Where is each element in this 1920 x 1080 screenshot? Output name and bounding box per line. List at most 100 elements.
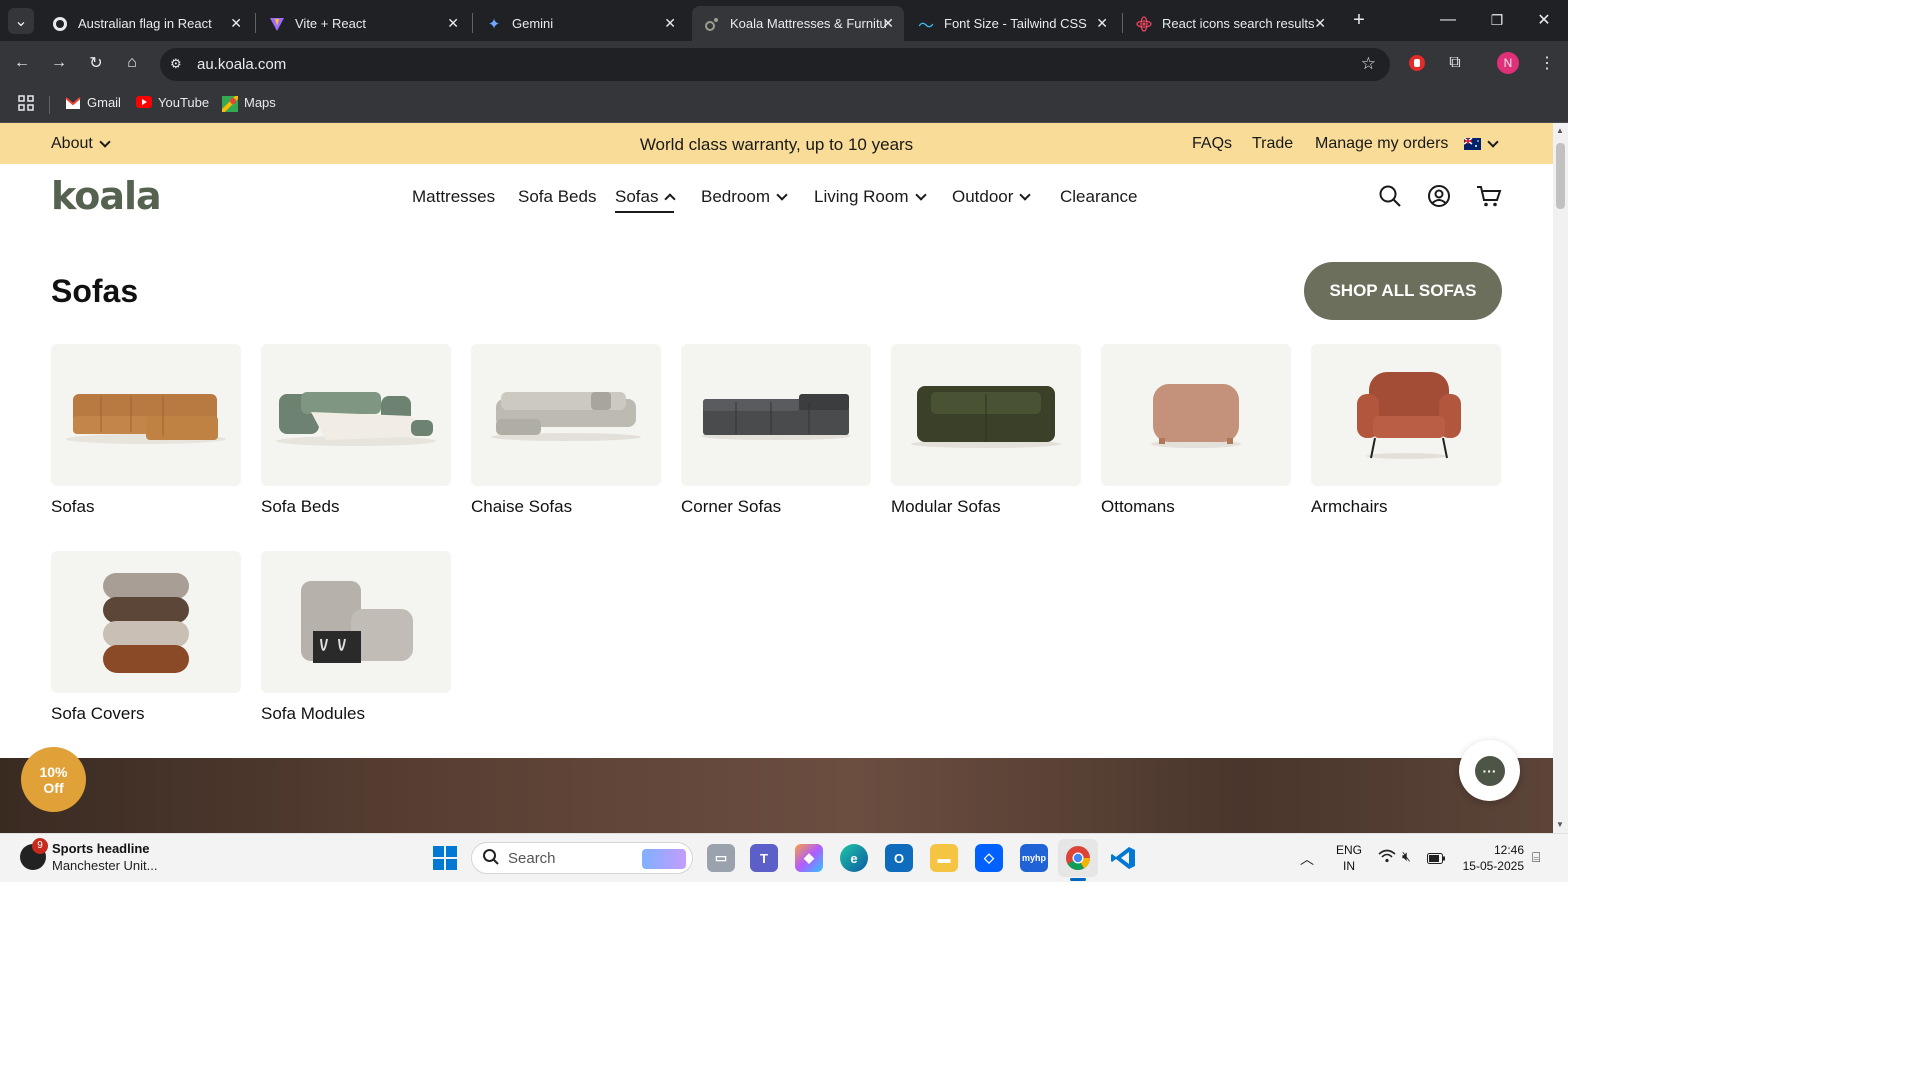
taskbar-search-placeholder: Search (508, 849, 556, 867)
scroll-down-icon[interactable]: ▼ (1556, 820, 1564, 829)
category-card-modular-sofas[interactable]: Modular Sofas (891, 344, 1081, 517)
site-info-icon[interactable]: ⚙ (170, 56, 182, 72)
nav-living-room[interactable]: Living Room (814, 187, 927, 207)
news-headline[interactable]: Sports headline (52, 841, 150, 856)
nav-bedroom[interactable]: Bedroom (701, 187, 788, 207)
category-label: Armchairs (1311, 497, 1388, 516)
faqs-link[interactable]: FAQs (1192, 135, 1232, 153)
category-label: Ottomans (1101, 497, 1175, 516)
category-card-sofa-beds[interactable]: Sofa Beds (261, 344, 451, 517)
category-card-sofa-modules[interactable]: Sofa Modules (261, 551, 451, 724)
news-widget-icon[interactable]: 9 (20, 838, 48, 870)
more-menu-icon[interactable]: ⋮ (1535, 51, 1559, 75)
account-icon[interactable] (1427, 184, 1451, 213)
windows-start-icon[interactable] (431, 844, 459, 872)
scroll-up-icon[interactable]: ▲ (1556, 126, 1564, 135)
bookmark-youtube[interactable]: YouTube (136, 95, 209, 110)
myhp-icon[interactable]: myhp (1020, 844, 1048, 872)
close-tab-icon[interactable]: ✕ (664, 15, 676, 32)
region-selector[interactable] (1464, 123, 1499, 164)
nav-label: Living Room (814, 187, 909, 206)
extensions-puzzle-icon[interactable]: ⧉ (1443, 51, 1467, 75)
tab-search-icon[interactable]: ⌄ (8, 8, 34, 34)
reload-icon[interactable]: ↻ (84, 51, 108, 75)
restore-icon[interactable]: ❐ (1485, 8, 1509, 32)
bookmark-star-icon[interactable]: ☆ (1361, 54, 1376, 74)
tab-gemini[interactable]: ✦ Gemini ✕ (474, 6, 686, 41)
outlook-icon[interactable]: O (885, 844, 913, 872)
clock[interactable]: 12:46 15-05-2025 (1458, 842, 1524, 874)
category-card-sofas[interactable]: Sofas (51, 344, 241, 517)
teams-icon[interactable]: T (750, 844, 778, 872)
close-tab-icon[interactable]: ✕ (1314, 15, 1326, 32)
category-card-armchairs[interactable]: Armchairs (1311, 344, 1501, 517)
nav-mattresses[interactable]: Mattresses (412, 187, 495, 207)
back-icon[interactable]: ← (10, 51, 34, 75)
close-window-icon[interactable]: ✕ (1532, 8, 1556, 32)
discount-percent: 10% (39, 763, 68, 780)
nav-sofa-beds[interactable]: Sofa Beds (518, 187, 596, 207)
chat-button[interactable]: ··· (1459, 740, 1520, 801)
notifications-icon[interactable]: ⌸ (1532, 849, 1540, 866)
language-indicator[interactable]: ENG IN (1336, 842, 1362, 874)
profile-avatar[interactable]: N (1497, 52, 1519, 74)
close-tab-icon[interactable]: ✕ (447, 15, 459, 32)
category-card-chaise-sofas[interactable]: Chaise Sofas (471, 344, 661, 517)
search-icon[interactable] (1378, 184, 1402, 213)
nav-label: Bedroom (701, 187, 770, 206)
tab-title: Australian flag in React (78, 16, 212, 31)
cart-icon[interactable] (1476, 184, 1502, 213)
category-card-ottomans[interactable]: Ottomans (1101, 344, 1291, 517)
close-tab-icon[interactable]: ✕ (1096, 15, 1108, 32)
close-tab-icon[interactable]: ✕ (882, 15, 894, 32)
home-icon[interactable]: ⌂ (120, 51, 144, 75)
taskbar-search[interactable]: Search (471, 842, 693, 874)
chrome-icon[interactable] (1058, 839, 1098, 877)
category-card-corner-sofas[interactable]: Corner Sofas (681, 344, 871, 517)
volume-muted-icon[interactable]: 🔇︎ (1402, 848, 1411, 865)
koala-icon (704, 16, 720, 32)
extension-stop-icon[interactable] (1405, 51, 1429, 75)
tab-divider (472, 13, 473, 33)
vscode-icon[interactable] (1109, 844, 1137, 872)
category-label: Sofa Modules (261, 704, 365, 723)
forward-icon[interactable]: → (47, 51, 71, 75)
battery-icon[interactable] (1427, 851, 1445, 869)
sofa-covers-stack-image (51, 551, 241, 693)
discount-badge[interactable]: 10% Off (21, 747, 86, 812)
edge-icon[interactable]: e (840, 844, 868, 872)
system-tray-chevron-icon[interactable]: ︿ (1300, 849, 1314, 869)
scrollbar-thumb[interactable] (1556, 143, 1565, 209)
tab-react-icons[interactable]: React icons search results ✕ (1124, 6, 1336, 41)
chrome-active-indicator (1070, 878, 1086, 881)
new-tab-icon[interactable]: + (1347, 8, 1371, 32)
shop-all-sofas-button[interactable]: SHOP ALL SOFAS (1304, 262, 1502, 320)
manage-orders-link[interactable]: Manage my orders (1315, 135, 1448, 153)
tab-vite-react[interactable]: Vite + React ✕ (257, 6, 469, 41)
trade-link[interactable]: Trade (1252, 135, 1293, 153)
wifi-icon[interactable] (1378, 849, 1396, 866)
file-explorer-icon[interactable]: ▬ (930, 844, 958, 872)
koala-logo[interactable]: koala (51, 174, 162, 218)
language-region: IN (1343, 859, 1355, 873)
nav-outdoor[interactable]: Outdoor (952, 187, 1032, 207)
close-tab-icon[interactable]: ✕ (230, 15, 242, 32)
bookmark-gmail[interactable]: Gmail (65, 95, 121, 110)
nav-clearance[interactable]: Clearance (1060, 187, 1138, 207)
dropbox-icon[interactable]: ◇ (975, 844, 1003, 872)
nav-sofas[interactable]: Sofas (615, 187, 677, 213)
address-bar[interactable]: ⚙ au.koala.com ☆ (160, 48, 1390, 81)
tab-koala[interactable]: Koala Mattresses & Furnitu ✕ (692, 6, 904, 41)
news-badge: 9 (32, 838, 48, 854)
apps-grid-icon[interactable] (18, 95, 34, 111)
copilot-icon[interactable]: ◆ (795, 844, 823, 872)
task-view-icon[interactable]: ▭ (707, 844, 735, 872)
chevron-down-icon (1019, 189, 1032, 201)
bookmark-maps[interactable]: Maps (220, 94, 276, 113)
minimize-icon[interactable]: — (1436, 8, 1460, 32)
search-icon (482, 848, 500, 870)
tab-tailwind[interactable]: 〜 Font Size - Tailwind CSS ✕ (906, 6, 1118, 41)
page-scrollbar[interactable]: ▲ ▼ (1553, 123, 1568, 833)
tab-australian-flag[interactable]: Australian flag in React ✕ (40, 6, 252, 41)
category-card-sofa-covers[interactable]: Sofa Covers (51, 551, 241, 724)
